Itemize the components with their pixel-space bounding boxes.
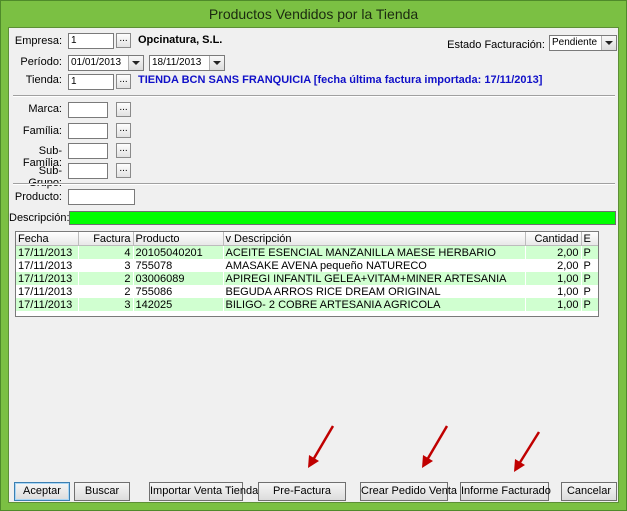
subgrupo-label: Sub-Grupo:: [28, 165, 62, 189]
table-row[interactable]: 17/11/2013 3 755078 AMASAKE AVENA pequeñ…: [16, 259, 598, 272]
familia-label: Família:: [22, 125, 62, 137]
producto-input[interactable]: [68, 189, 135, 205]
importar-venta-tienda-button[interactable]: Importar Venta Tienda: [149, 482, 258, 501]
cell-fecha: 17/11/2013: [16, 285, 78, 298]
subgrupo-input[interactable]: [68, 163, 108, 179]
periodo-from-value: 01/01/2013: [71, 57, 122, 68]
cell-producto: 03006089: [133, 272, 223, 285]
subgrupo-lookup-button[interactable]: ...: [116, 163, 131, 178]
periodo-label: Período:: [20, 56, 62, 68]
empresa-input[interactable]: 1: [68, 33, 114, 49]
tienda-name: TIENDA BCN SANS FRANQUICIA [fecha última…: [138, 74, 543, 86]
cell-fecha: 17/11/2013: [16, 272, 78, 285]
column-header-cantidad[interactable]: Cantidad: [525, 232, 582, 246]
cell-cantidad: 1,00: [525, 272, 581, 285]
cell-descripcion: BILIGO- 2 COBRE ARTESANIA AGRICOLA: [223, 298, 525, 311]
cell-factura: 2: [78, 285, 133, 298]
annotation-arrow-icon: [422, 425, 449, 468]
table-row[interactable]: 17/11/2013 2 755086 BEGUDA ARROS RICE DR…: [16, 285, 598, 298]
calendar-dropdown-icon[interactable]: [209, 56, 224, 70]
column-header-producto[interactable]: Producto: [133, 232, 224, 246]
cell-cantidad: 2,00: [525, 245, 581, 259]
window-title: Productos Vendidos por la Tienda: [208, 6, 419, 22]
form-panel: Empresa: 1 ... Opcinatura, S.L. Estado F…: [8, 27, 619, 503]
pre-factura-button[interactable]: Pre-Factura: [258, 482, 346, 501]
empresa-name: Opcinatura, S.L.: [138, 34, 223, 46]
aceptar-button[interactable]: Aceptar: [14, 482, 70, 501]
cell-estado: P: [581, 272, 598, 285]
crear-pedido-venta-button[interactable]: Crear Pedido Venta: [360, 482, 457, 501]
buscar-button[interactable]: Buscar: [74, 482, 130, 501]
calendar-dropdown-icon[interactable]: [128, 56, 143, 70]
table-row[interactable]: 17/11/2013 3 142025 BILIGO- 2 COBRE ARTE…: [16, 298, 598, 311]
cell-estado: P: [581, 298, 598, 311]
column-header-fecha[interactable]: Fecha: [16, 232, 79, 246]
cell-descripcion: ACEITE ESENCIAL MANZANILLA MAESE HERBARI…: [223, 245, 525, 259]
cell-estado: P: [581, 285, 598, 298]
familia-input[interactable]: [68, 123, 108, 139]
descripcion-input[interactable]: [69, 211, 616, 225]
cancelar-button[interactable]: Cancelar: [561, 482, 617, 501]
tienda-lookup-button[interactable]: ...: [116, 74, 131, 89]
cell-producto: 20105040201: [133, 245, 223, 259]
cell-producto: 755086: [133, 285, 223, 298]
empresa-label: Empresa:: [14, 35, 62, 47]
annotation-arrow-icon: [514, 431, 541, 472]
column-header-factura[interactable]: Factura: [78, 232, 134, 246]
subfamilia-lookup-button[interactable]: ...: [116, 143, 131, 158]
column-header-descripcion[interactable]: v Descripción: [223, 232, 526, 246]
periodo-to-value: 18/11/2013: [152, 57, 202, 68]
descripcion-label: Descripción:: [9, 212, 70, 224]
cell-factura: 3: [78, 298, 133, 311]
periodo-to-date[interactable]: 18/11/2013: [149, 55, 225, 71]
annotation-arrow-icon: [308, 425, 335, 468]
cell-fecha: 17/11/2013: [16, 298, 78, 311]
cell-estado: P: [581, 245, 598, 259]
cell-factura: 2: [78, 272, 133, 285]
cell-descripcion: APIREGI INFANTIL GELEA+VITAM+MINER ARTES…: [223, 272, 525, 285]
separator: [13, 183, 615, 185]
separator: [13, 95, 615, 97]
cell-factura: 4: [78, 245, 133, 259]
periodo-from-date[interactable]: 01/01/2013: [68, 55, 144, 71]
producto-label: Producto:: [14, 191, 62, 203]
tienda-input[interactable]: 1: [68, 74, 114, 90]
cell-descripcion: AMASAKE AVENA pequeño NATURECO: [223, 259, 525, 272]
table-header-row: Fecha Factura Producto v Descripción Can…: [16, 232, 598, 246]
cell-fecha: 17/11/2013: [16, 259, 78, 272]
marca-label: Marca:: [28, 103, 62, 115]
column-header-estado[interactable]: E: [581, 232, 598, 246]
cell-factura: 3: [78, 259, 133, 272]
cell-descripcion: BEGUDA ARROS RICE DREAM ORIGINAL: [223, 285, 525, 298]
chevron-down-icon[interactable]: [601, 36, 616, 50]
results-table[interactable]: Fecha Factura Producto v Descripción Can…: [15, 231, 599, 317]
cell-cantidad: 1,00: [525, 285, 581, 298]
cell-cantidad: 2,00: [525, 259, 581, 272]
estado-select-value: Pendiente: [552, 37, 598, 48]
table-row[interactable]: 17/11/2013 4 20105040201 ACEITE ESENCIAL…: [16, 245, 598, 259]
familia-lookup-button[interactable]: ...: [116, 123, 131, 138]
app-window: Productos Vendidos por la Tienda Empresa…: [0, 0, 627, 511]
subfamilia-input[interactable]: [68, 143, 108, 159]
estado-label: Estado Facturación:: [447, 39, 545, 51]
marca-input[interactable]: [68, 102, 108, 118]
cell-producto: 755078: [133, 259, 223, 272]
table-row[interactable]: 17/11/2013 2 03006089 APIREGI INFANTIL G…: [16, 272, 598, 285]
cell-cantidad: 1,00: [525, 298, 581, 311]
estado-select[interactable]: Pendiente: [549, 35, 617, 51]
tienda-label: Tienda:: [25, 74, 62, 86]
cell-producto: 142025: [133, 298, 223, 311]
cell-estado: P: [581, 259, 598, 272]
empresa-lookup-button[interactable]: ...: [116, 33, 131, 48]
informe-facturado-button[interactable]: Informe Facturado: [460, 482, 551, 501]
marca-lookup-button[interactable]: ...: [116, 102, 131, 117]
cell-fecha: 17/11/2013: [16, 245, 78, 259]
